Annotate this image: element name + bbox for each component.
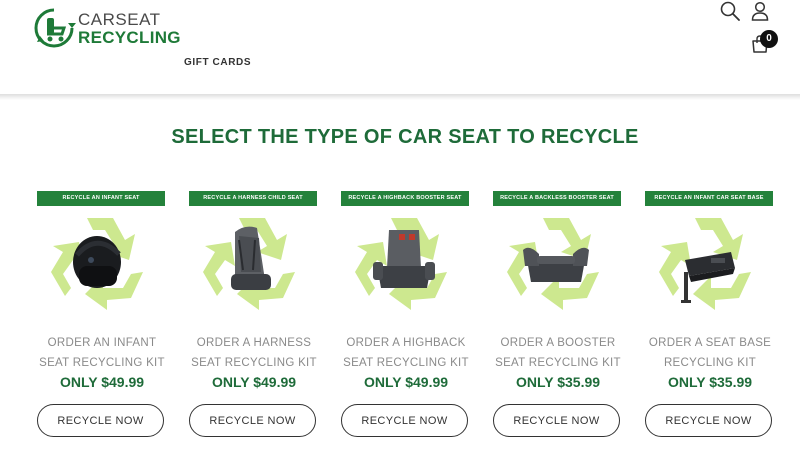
user-icon[interactable] [751,1,769,21]
product-price: ONLY $49.99 [363,374,449,390]
brand-logo[interactable]: CARSEAT RECYCLING [32,6,182,50]
product-banner[interactable]: RECYCLE A HIGHBACK BOOSTER SEAT [341,191,469,206]
recycle-now-button[interactable]: RECYCLE NOW [37,404,164,437]
search-icon[interactable] [720,1,740,21]
product-name[interactable]: ORDER AN INFANT SEAT RECYCLING KIT [27,333,177,373]
brand-name-line1: CARSEAT [78,9,161,29]
header-divider [0,94,800,100]
nav-gift-cards[interactable]: GIFT CARDS [184,57,251,68]
product-name[interactable]: ORDER A HIGHBACK SEAT RECYCLING KIT [331,333,481,373]
product-card: RECYCLE A BACKLESS BOOSTER SEAT ORDER A … [493,190,633,440]
recycle-now-button[interactable]: RECYCLE NOW [341,404,468,437]
infant-car-seat-image[interactable] [43,210,157,310]
product-name[interactable]: ORDER A BOOSTER SEAT RECYCLING KIT [483,333,633,373]
recycle-now-button[interactable]: RECYCLE NOW [189,404,316,437]
product-price: ONLY $49.99 [211,374,297,390]
product-card: RECYCLE AN INFANT SEAT ORDER AN INFANT S… [37,190,177,440]
product-card: RECYCLE A HARNESS CHILD SEAT ORDER A HAR… [189,190,329,440]
highback-booster-seat-image[interactable] [347,210,461,310]
infant-seat-base-image[interactable] [651,210,765,310]
page-title: SELECT THE TYPE OF CAR SEAT TO RECYCLE [171,126,639,148]
product-price: ONLY $35.99 [515,374,601,390]
cart-count-badge[interactable]: 0 [760,30,778,48]
backless-booster-seat-image[interactable] [499,210,613,310]
site-header: CARSEAT RECYCLING GIFT CARDS 0 [0,0,800,96]
product-banner[interactable]: RECYCLE A BACKLESS BOOSTER SEAT [493,191,621,206]
product-banner[interactable]: RECYCLE A HARNESS CHILD SEAT [189,191,317,206]
harness-car-seat-image[interactable] [195,210,309,310]
product-card: RECYCLE A HIGHBACK BOOSTER SEAT ORDER A … [341,190,481,440]
product-card: RECYCLE AN INFANT CAR SEAT BASE ORDER A … [645,190,785,440]
product-price: ONLY $35.99 [667,374,753,390]
product-price: ONLY $49.99 [59,374,145,390]
product-name[interactable]: ORDER A SEAT BASE RECYCLING KIT [635,333,785,373]
logo-mark-icon [34,8,76,48]
product-name[interactable]: ORDER A HARNESS SEAT RECYCLING KIT [179,333,329,373]
product-banner[interactable]: RECYCLE AN INFANT SEAT [37,191,165,206]
product-banner[interactable]: RECYCLE AN INFANT CAR SEAT BASE [645,191,773,206]
recycle-now-button[interactable]: RECYCLE NOW [645,404,772,437]
recycle-now-button[interactable]: RECYCLE NOW [493,404,620,437]
brand-name-line2: RECYCLING [78,27,181,47]
